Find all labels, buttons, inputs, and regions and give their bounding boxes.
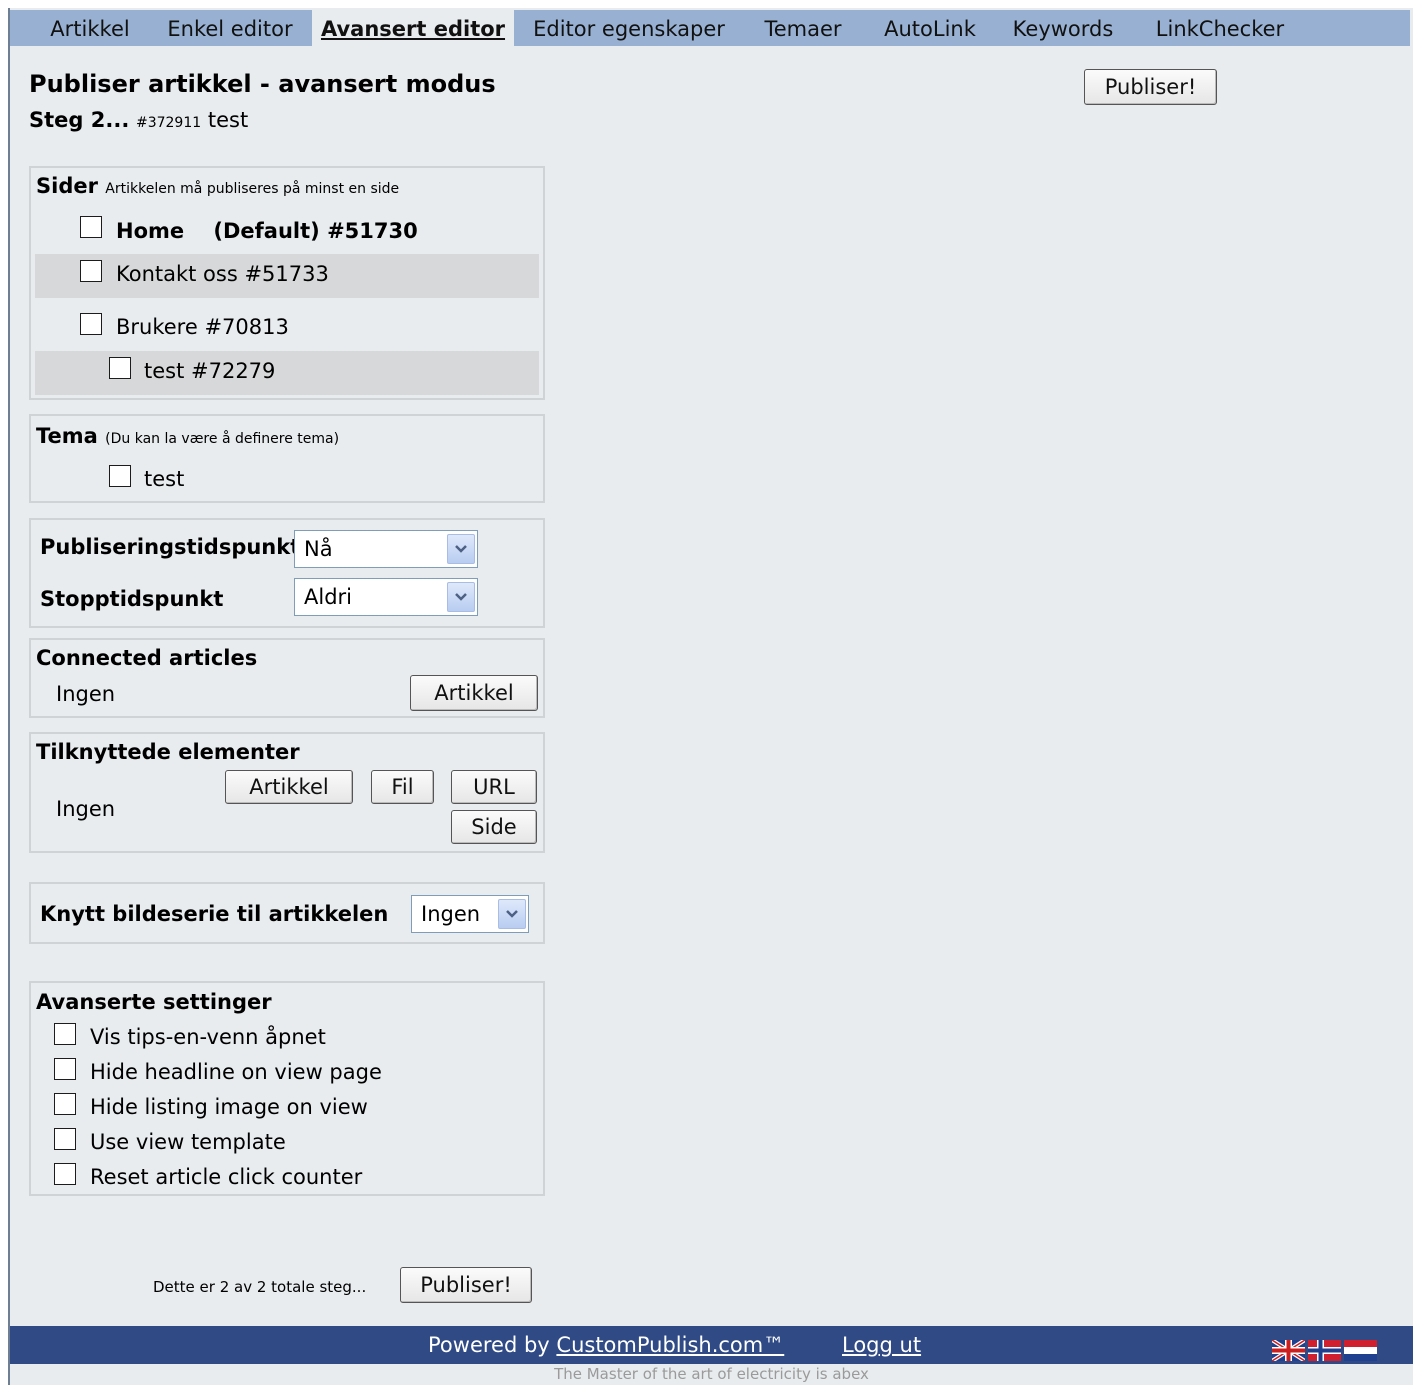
article-name: test (207, 108, 249, 132)
page-home-label: Home (Default) #51730 (116, 219, 418, 243)
footer-bar: Powered by CustomPublish.com™ Logg ut (10, 1326, 1413, 1364)
stop-time-select[interactable]: Aldri (294, 578, 478, 616)
page-home-name: Home (116, 219, 185, 243)
tab-enkel-editor[interactable]: Enkel editor (160, 10, 300, 47)
gallery-label: Knytt bildeserie til artikkelen (40, 902, 389, 926)
checkbox-theme-test[interactable] (109, 465, 131, 487)
connected-articles-panel: Connected articles Ingen Artikkel (29, 638, 545, 718)
publish-time-select[interactable]: Nå (294, 530, 478, 568)
pages-note: Artikkelen må publiseres på minst en sid… (105, 181, 400, 197)
article-id: #372911 (135, 115, 202, 131)
use-view-template-label: Use view template (90, 1130, 286, 1154)
connected-value: Ingen (56, 682, 116, 706)
theme-note: (Du kan la være å definere tema) (105, 431, 340, 447)
gallery-value: Ingen (421, 902, 481, 926)
uk-flag-icon[interactable] (1272, 1340, 1305, 1361)
checkbox-vis-tips[interactable] (54, 1023, 76, 1045)
tab-avansert-editor[interactable]: Avansert editor (312, 10, 514, 47)
advanced-title: Avanserte settinger (36, 990, 272, 1014)
step-counter: Dette er 2 av 2 totale steg... (153, 1278, 367, 1296)
checkbox-page-test[interactable] (109, 357, 131, 379)
vis-tips-label: Vis tips-en-venn åpnet (90, 1025, 326, 1049)
gallery-select[interactable]: Ingen (411, 895, 529, 933)
tab-keywords[interactable]: Keywords (1008, 10, 1118, 47)
checkbox-reset-click-counter[interactable] (54, 1163, 76, 1185)
reset-click-counter-label: Reset article click counter (90, 1165, 363, 1189)
checkbox-hide-listing-image[interactable] (54, 1093, 76, 1115)
advanced-settings-panel: Avanserte settinger Vis tips-en-venn åpn… (29, 981, 545, 1196)
chevron-down-icon (447, 582, 475, 612)
theme-test-label: test (144, 467, 185, 491)
footer-powered: Powered by CustomPublish.com™ (428, 1333, 784, 1357)
page-brukere-label: Brukere #70813 (116, 315, 289, 339)
gallery-panel: Knytt bildeserie til artikkelen Ingen (29, 882, 545, 944)
checkbox-use-view-template[interactable] (54, 1128, 76, 1150)
powered-by-text: Powered by (428, 1333, 550, 1357)
tab-autolink[interactable]: AutoLink (878, 10, 982, 47)
linked-elements-value: Ingen (56, 797, 116, 821)
chevron-down-icon (447, 534, 475, 564)
pages-panel: Sider Artikkelen må publiseres på minst … (29, 166, 545, 400)
pages-title: Sider Artikkelen må publiseres på minst … (36, 174, 399, 198)
chevron-down-icon (498, 899, 526, 929)
checkbox-page-brukere[interactable] (80, 313, 102, 335)
page-kontakt-label: Kontakt oss #51733 (116, 262, 329, 286)
footer-tagline: The Master of the art of electricity is … (554, 1365, 869, 1383)
top-nav: Artikkel Enkel editor Avansert editor Ed… (10, 10, 1410, 47)
page-test-label: test #72279 (144, 359, 276, 383)
theme-panel: Tema (Du kan la være å definere tema) te… (29, 414, 545, 503)
connected-article-button[interactable]: Artikkel (410, 675, 538, 711)
checkbox-page-home[interactable] (80, 216, 102, 238)
tab-editor-egenskaper[interactable]: Editor egenskaper (528, 10, 730, 47)
connected-title: Connected articles (36, 646, 258, 670)
step-line: Steg 2... #372911 test (29, 108, 248, 132)
linked-article-button[interactable]: Artikkel (225, 770, 353, 804)
publish-time-label: Publiseringstidspunkt (40, 535, 301, 559)
tab-temaer[interactable]: Temaer (758, 10, 848, 47)
page-title: Publiser artikkel - avansert modus (29, 70, 496, 98)
checkbox-hide-headline[interactable] (54, 1058, 76, 1080)
pages-title-text: Sider (36, 174, 98, 198)
linked-page-button[interactable]: Side (451, 810, 537, 844)
tab-artikkel[interactable]: Artikkel (44, 10, 136, 47)
tab-linkchecker[interactable]: LinkChecker (1150, 10, 1290, 47)
theme-title: Tema (Du kan la være å definere tema) (36, 424, 339, 448)
stop-time-label: Stopptidspunkt (40, 587, 224, 611)
publish-button-top[interactable]: Publiser! (1084, 69, 1217, 105)
linked-elements-title: Tilknyttede elementer (36, 740, 300, 764)
linked-file-button[interactable]: Fil (371, 770, 434, 804)
linked-elements-panel: Tilknyttede elementer Ingen Artikkel Fil… (29, 732, 545, 853)
step-label: Steg 2... (29, 108, 130, 132)
custompublish-link[interactable]: CustomPublish.com™ (556, 1333, 784, 1357)
netherlands-flag-icon[interactable] (1344, 1340, 1377, 1361)
checkbox-page-kontakt[interactable] (80, 260, 102, 282)
theme-title-text: Tema (36, 424, 98, 448)
timing-panel: Publiseringstidspunkt Nå Stopptidspunkt … (29, 518, 545, 628)
stop-time-value: Aldri (304, 585, 352, 609)
logout-link[interactable]: Logg ut (842, 1333, 921, 1357)
hide-headline-label: Hide headline on view page (90, 1060, 382, 1084)
linked-url-button[interactable]: URL (451, 770, 537, 804)
publish-button-bottom[interactable]: Publiser! (400, 1267, 532, 1303)
norway-flag-icon[interactable] (1308, 1340, 1341, 1361)
hide-listing-image-label: Hide listing image on view (90, 1095, 368, 1119)
publish-time-value: Nå (304, 537, 333, 561)
page-home-default: (Default) #51730 (213, 219, 418, 243)
